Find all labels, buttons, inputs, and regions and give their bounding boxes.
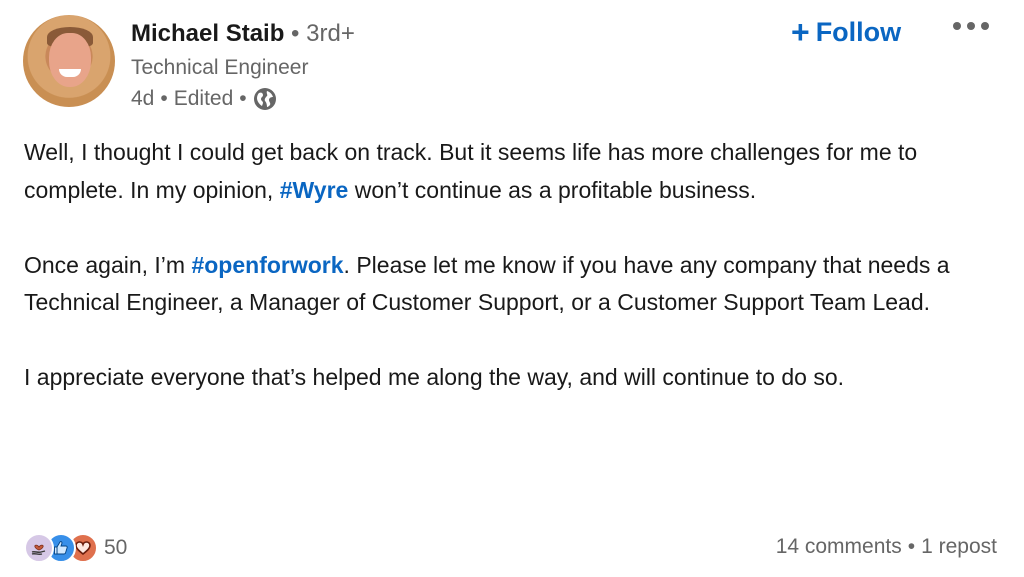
post-time: 4d <box>131 87 155 110</box>
reposts-count-link[interactable]: 1 repost <box>921 533 997 561</box>
paragraph-text: won’t continue as a profitable business. <box>348 176 757 203</box>
connection-degree: 3rd+ <box>306 20 355 47</box>
author-name-line: Michael Staib • 3rd+ <box>131 18 355 50</box>
globe-icon <box>253 87 277 111</box>
separator-dot: • <box>907 535 916 558</box>
separator-dot: • <box>239 87 247 110</box>
ellipsis-dot <box>981 22 989 30</box>
follow-label: Follow <box>815 17 902 47</box>
author-headline: Technical Engineer <box>131 56 309 79</box>
engagement-stats: 14 comments • 1 repost <box>776 533 997 561</box>
post-paragraph: Well, I thought I could get back on trac… <box>24 134 999 209</box>
plus-icon: + <box>791 14 810 50</box>
post-paragraph: I appreciate everyone that’s helped me a… <box>24 359 999 397</box>
separator-dot: • <box>291 20 300 47</box>
paragraph-text: I appreciate everyone that’s helped me a… <box>24 364 845 390</box>
post-body: Well, I thought I could get back on trac… <box>24 134 999 397</box>
reaction-count[interactable]: 50 <box>104 534 127 562</box>
support-icon <box>24 533 54 563</box>
hashtag-link[interactable]: #openforwork <box>191 252 343 278</box>
paragraph-text: Once again, I’m <box>24 251 192 278</box>
separator-dot: • <box>160 87 168 110</box>
author-name[interactable]: Michael Staib <box>131 20 284 47</box>
ellipsis-dot <box>967 22 975 30</box>
more-options-button[interactable] <box>953 22 989 30</box>
ellipsis-dot <box>953 22 961 30</box>
comments-count-link[interactable]: 14 comments <box>776 533 902 561</box>
follow-button[interactable]: + Follow <box>791 14 901 50</box>
avatar-face <box>49 33 91 87</box>
author-avatar[interactable] <box>23 15 115 107</box>
post-meta: 4d • Edited • <box>131 85 277 113</box>
hashtag-link[interactable]: #Wyre <box>280 177 349 203</box>
reactions-summary[interactable]: 50 <box>24 533 127 563</box>
edited-label: Edited <box>173 87 234 110</box>
post-paragraph: Once again, I’m #openforwork. Please let… <box>24 247 999 322</box>
